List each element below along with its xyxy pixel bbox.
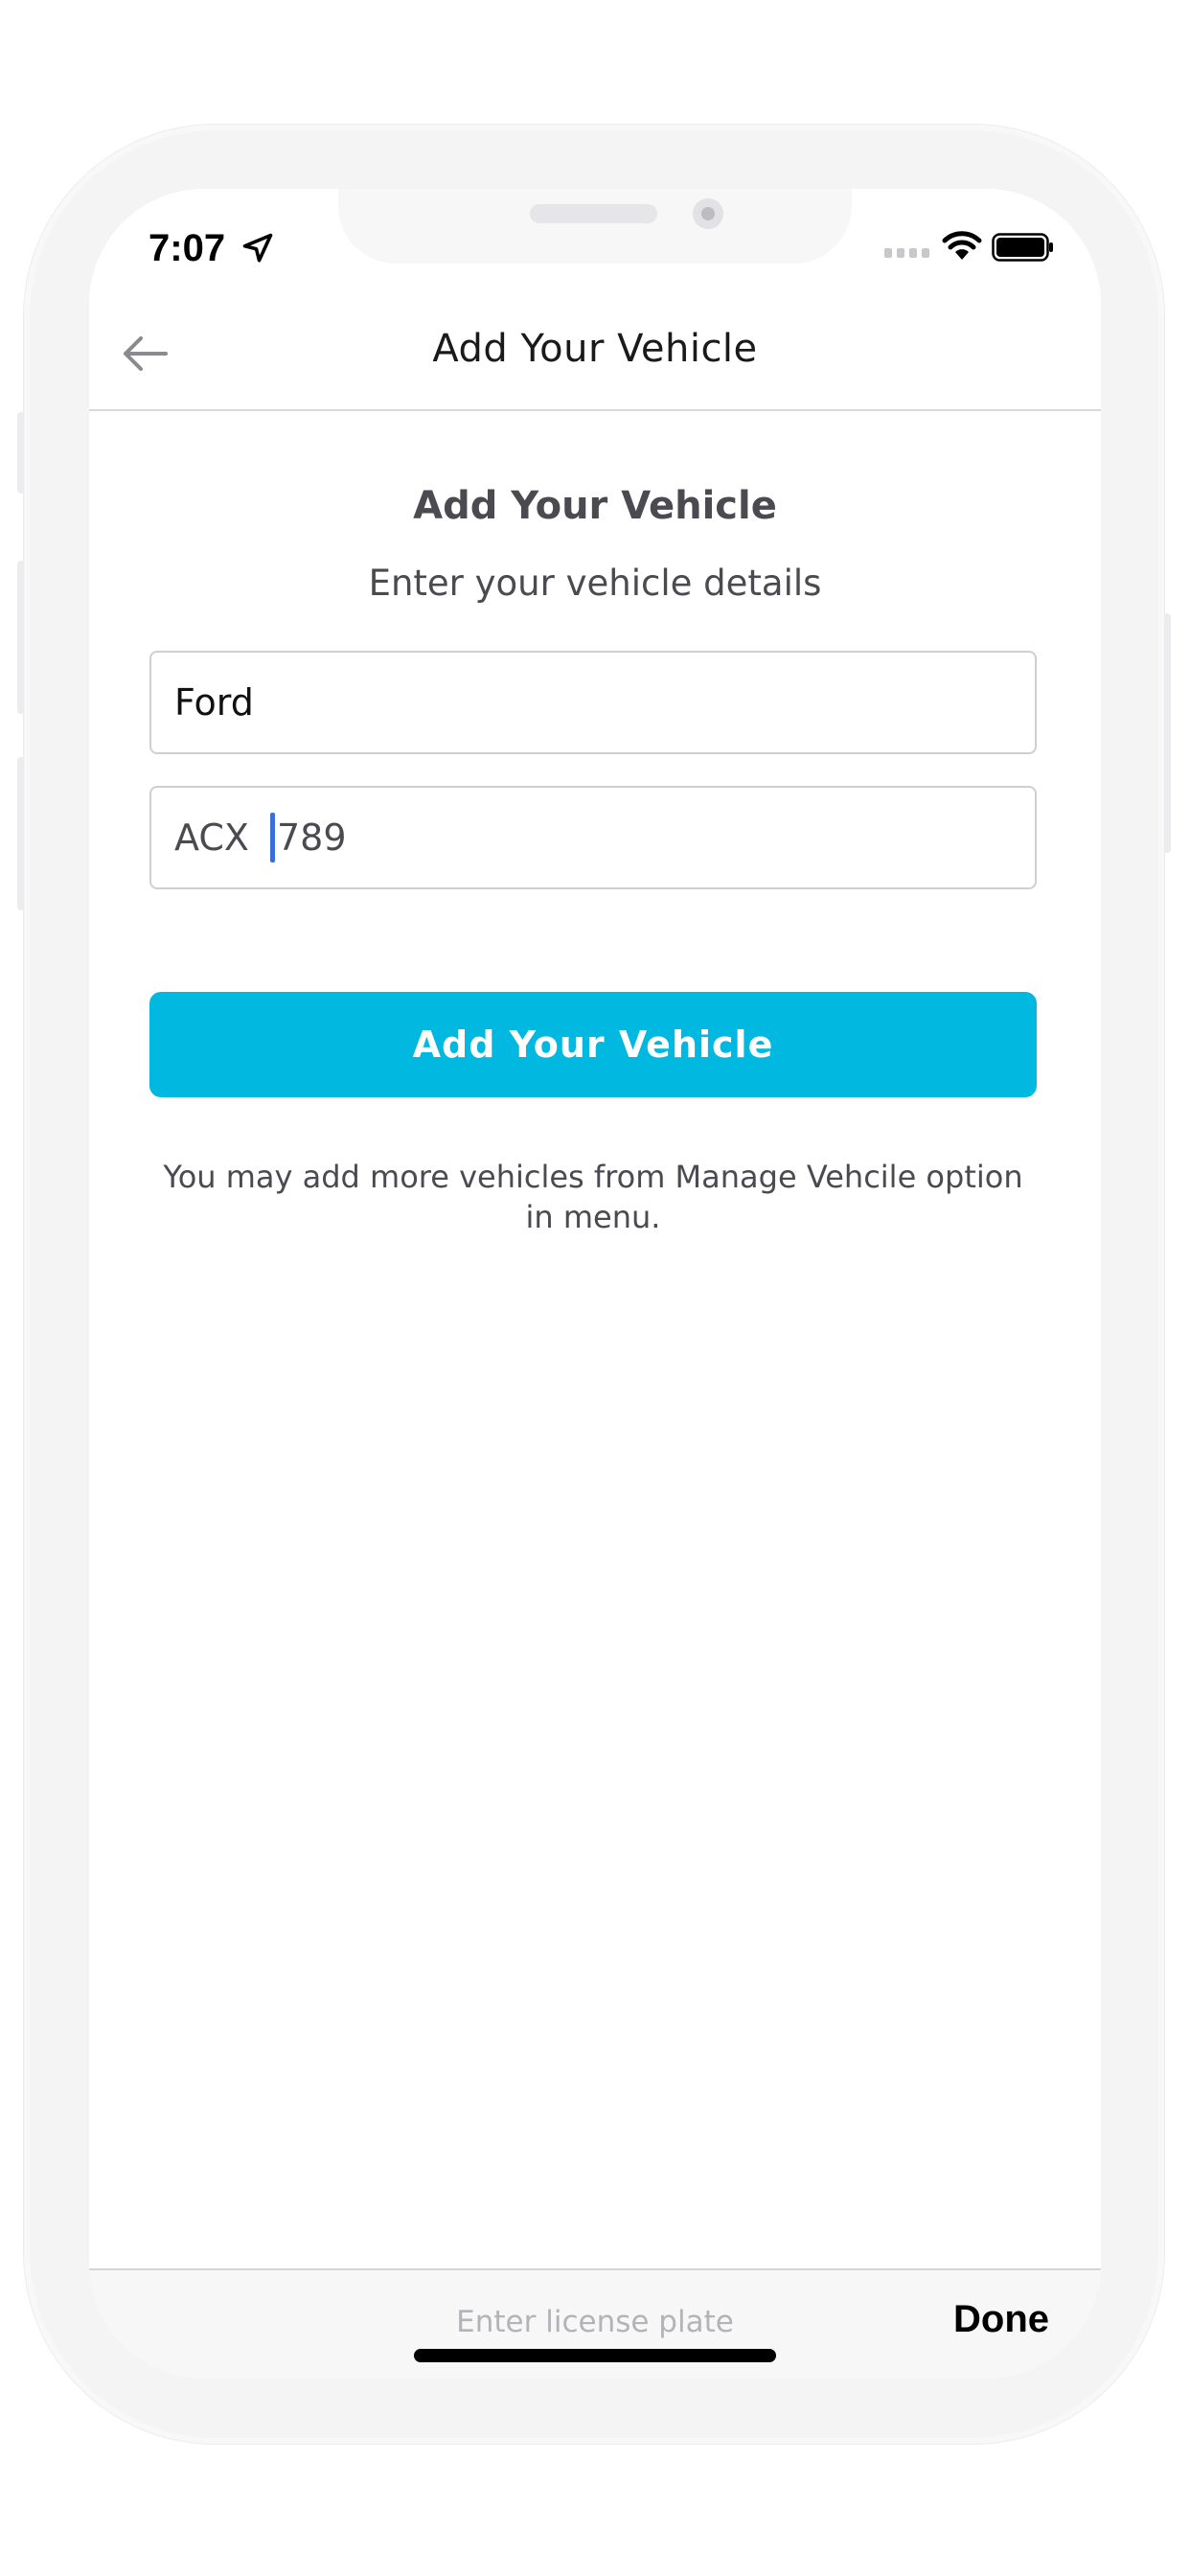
- license-plate-input[interactable]: ACX 789: [149, 786, 1037, 889]
- add-vehicle-button[interactable]: Add Your Vehicle: [149, 992, 1037, 1097]
- wifi-icon: [942, 231, 982, 260]
- speaker: [530, 204, 657, 223]
- form-subheading: Enter your vehicle details: [368, 563, 822, 604]
- home-indicator[interactable]: [414, 2349, 776, 2362]
- battery-icon: [992, 233, 1053, 262]
- location-arrow-icon: [242, 233, 273, 263]
- phone-screen: 7:07 Add Your Vehicle Add Your Vehicle E…: [89, 189, 1101, 2379]
- done-button[interactable]: Done: [948, 2297, 1055, 2342]
- license-plate-text-before-caret: ACX: [174, 816, 261, 859]
- license-plate-text-after-caret: 789: [276, 816, 347, 859]
- text-caret: [269, 813, 275, 862]
- front-camera: [693, 198, 723, 229]
- signal-icon: [884, 248, 929, 258]
- status-time: 7:07: [149, 227, 226, 269]
- navigation-header: Add Your Vehicle: [89, 294, 1101, 411]
- power-button: [1163, 613, 1171, 853]
- form-heading: Add Your Vehicle: [413, 484, 777, 528]
- helper-text: You may add more vehicles from Manage Ve…: [163, 1159, 1023, 1235]
- vehicle-make-input[interactable]: [149, 651, 1037, 754]
- notch: [338, 189, 852, 264]
- page: 7:07 Add Your Vehicle Add Your Vehicle E…: [0, 0, 1190, 2576]
- page-title: Add Your Vehicle: [432, 327, 758, 371]
